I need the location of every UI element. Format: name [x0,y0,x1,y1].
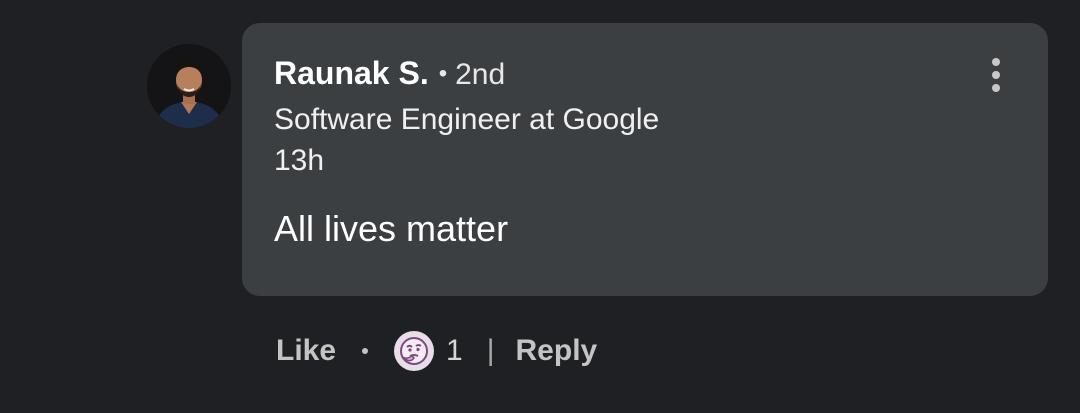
action-divider: | [486,334,495,367]
more-vertical-icon-dot [992,84,1000,92]
like-button[interactable]: Like [276,334,336,368]
comment-text: All lives matter [274,208,509,249]
comment-bubble: Raunak S. • 2nd Software Engineer at Googl… [242,23,1048,296]
comment-timestamp: 13h [274,144,325,177]
comment-actions: Like 1 | Reply [276,329,597,373]
reply-button[interactable]: Reply [516,334,598,368]
more-vertical-icon-dot [992,71,1000,79]
reaction-count[interactable]: 1 [446,334,463,368]
author-name[interactable]: Raunak S. [274,55,429,91]
avatar[interactable] [147,44,231,128]
more-options-button[interactable] [980,55,1012,95]
profile-photo [147,44,231,128]
more-vertical-icon [992,58,1000,66]
connection-degree: 2nd [455,58,506,91]
degree-separator: • [438,60,448,87]
curious-face-icon [400,337,429,365]
action-separator-dot [362,348,369,354]
author-line: Raunak S. • 2nd [274,53,505,97]
curious-reaction-icon[interactable] [394,331,435,371]
author-headline: Software Engineer at Google [274,103,660,136]
